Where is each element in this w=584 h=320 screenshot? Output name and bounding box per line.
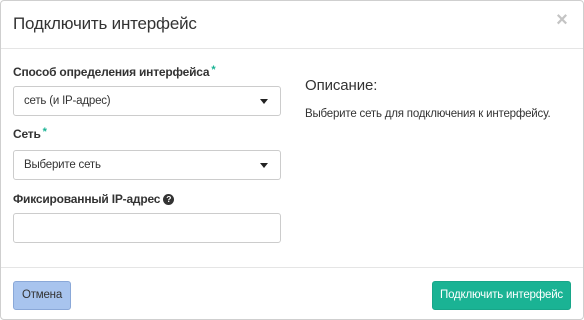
dialog-footer: Отмена Подключить интерфейс — [1, 267, 583, 320]
network-value: Выберите сеть — [24, 159, 101, 171]
caret-down-icon — [260, 163, 268, 168]
dialog-header: Подключить интерфейс × — [1, 1, 583, 49]
caret-down-icon — [260, 99, 268, 104]
network-label: Сеть * — [13, 126, 47, 141]
description-title: Описание: — [305, 77, 378, 94]
interface-method-select[interactable]: сеть (и IP-адрес) — [13, 86, 281, 116]
interface-method-label: Способ определения интерфейса * — [13, 64, 216, 79]
help-icon[interactable]: ? — [163, 194, 175, 205]
description-text: Выберите сеть для подключения к интерфей… — [305, 108, 551, 120]
network-select[interactable]: Выберите сеть — [13, 150, 281, 180]
cancel-button[interactable]: Отмена — [13, 281, 71, 310]
dialog-title: Подключить интерфейс — [13, 14, 197, 33]
fixed-ip-input[interactable] — [13, 213, 281, 243]
attach-interface-dialog: Подключить интерфейс × Способ определени… — [0, 0, 584, 320]
interface-method-value: сеть (и IP-адрес) — [24, 95, 111, 107]
required-mark: * — [42, 126, 47, 138]
required-mark: * — [211, 64, 216, 76]
attach-interface-button[interactable]: Подключить интерфейс — [432, 281, 571, 310]
fixed-ip-label: Фиксированный IP-адрес? — [13, 192, 175, 206]
dialog-body: Способ определения интерфейса * сеть (и I… — [1, 49, 583, 267]
close-icon[interactable]: × — [554, 10, 570, 30]
